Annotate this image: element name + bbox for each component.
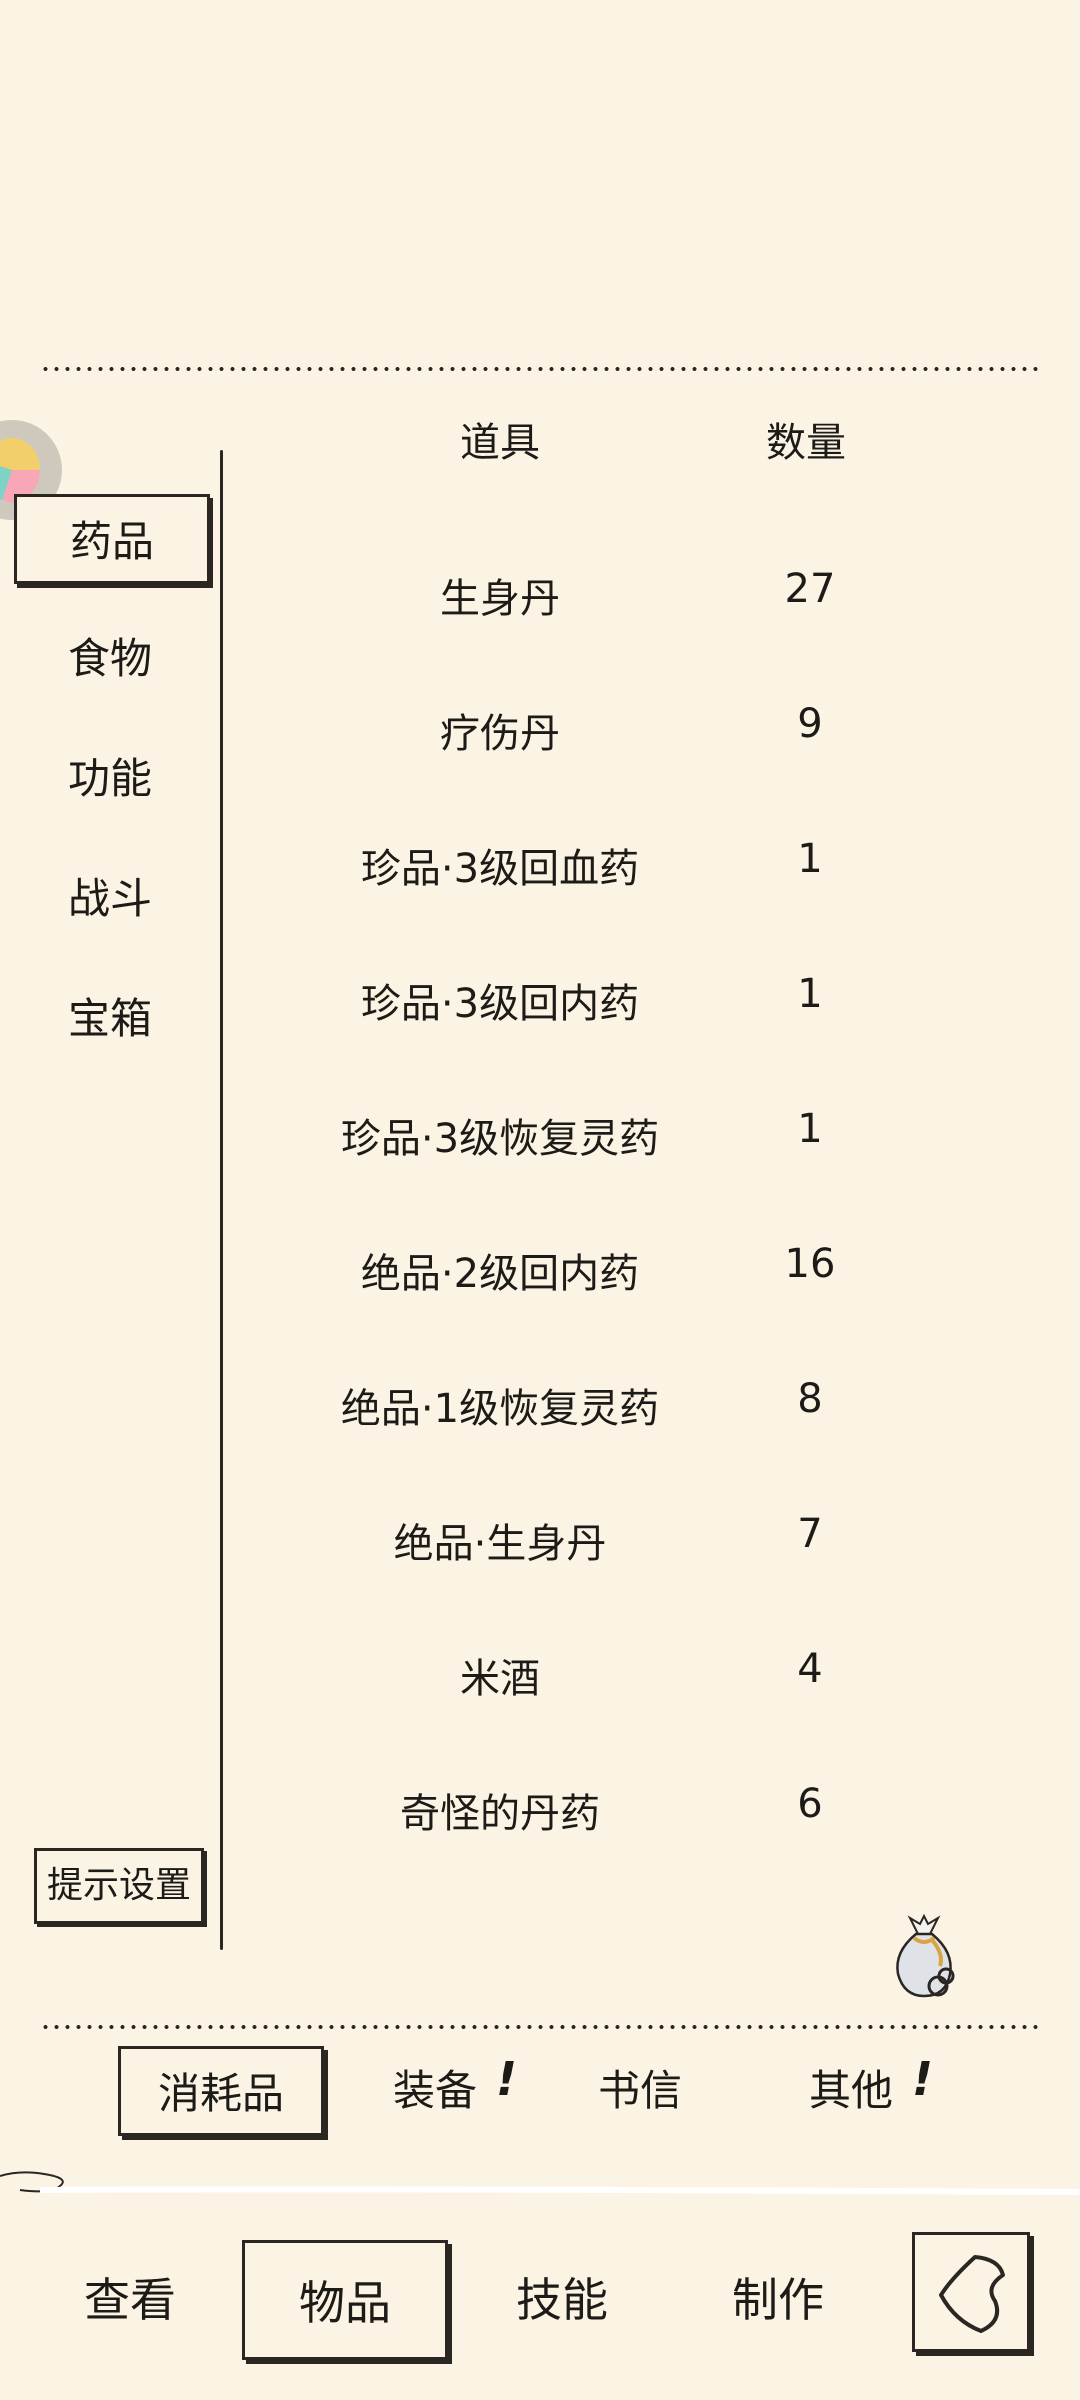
subtab-consumables[interactable]: 消耗品 — [118, 2046, 324, 2136]
header-quantity: 数量 — [766, 420, 846, 466]
nav-view[interactable]: 查看 — [60, 2240, 200, 2360]
item-quantity: 9 — [797, 701, 823, 747]
back-icon — [939, 2255, 1005, 2333]
header-item: 道具 — [460, 420, 540, 466]
subtab-equipment-badge: ! — [496, 2052, 517, 2106]
hint-settings-button[interactable]: 提示设置 — [34, 1848, 204, 1924]
category-food[interactable]: 食物 — [0, 614, 220, 704]
item-quantity: 7 — [797, 1511, 823, 1557]
subtab-equipment[interactable]: 装备 — [370, 2046, 500, 2136]
item-quantity: 8 — [797, 1376, 823, 1422]
category-battle[interactable]: 战斗 — [0, 854, 220, 944]
nav-skills[interactable]: 技能 — [492, 2240, 632, 2360]
top-divider — [40, 366, 1040, 372]
subtab-letters[interactable]: 书信 — [575, 2046, 705, 2136]
bag-icon[interactable] — [888, 1912, 960, 2002]
column-divider — [220, 450, 223, 1950]
item-quantity: 6 — [797, 1781, 823, 1827]
item-name: 珍品·3级回内药 — [360, 981, 640, 1027]
item-name: 米酒 — [460, 1656, 540, 1702]
nav-crafting[interactable]: 制作 — [708, 2240, 848, 2360]
back-button[interactable] — [912, 2232, 1030, 2352]
item-quantity: 1 — [797, 1106, 823, 1152]
item-name: 绝品·生身丹 — [393, 1521, 607, 1567]
item-name: 疗伤丹 — [440, 711, 560, 757]
item-quantity: 16 — [784, 1241, 836, 1287]
item-quantity: 27 — [784, 566, 836, 612]
subtab-other[interactable]: 其他 — [786, 2046, 916, 2136]
subtab-other-badge: ! — [912, 2052, 933, 2106]
bottom-divider — [40, 2024, 1040, 2030]
category-medicine[interactable]: 药品 — [14, 494, 210, 584]
item-quantity: 1 — [797, 971, 823, 1017]
item-name: 生身丹 — [440, 576, 560, 622]
category-treasure-chest[interactable]: 宝箱 — [0, 974, 220, 1064]
item-name: 珍品·3级回血药 — [360, 846, 640, 892]
item-quantity: 4 — [797, 1646, 823, 1692]
item-name: 奇怪的丹药 — [400, 1791, 600, 1837]
item-quantity: 1 — [797, 836, 823, 882]
item-name: 珍品·3级恢复灵药 — [340, 1116, 660, 1162]
item-name: 绝品·1级恢复灵药 — [340, 1386, 660, 1432]
nav-items[interactable]: 物品 — [242, 2240, 448, 2360]
item-name: 绝品·2级回内药 — [360, 1251, 640, 1297]
category-function[interactable]: 功能 — [0, 734, 220, 824]
